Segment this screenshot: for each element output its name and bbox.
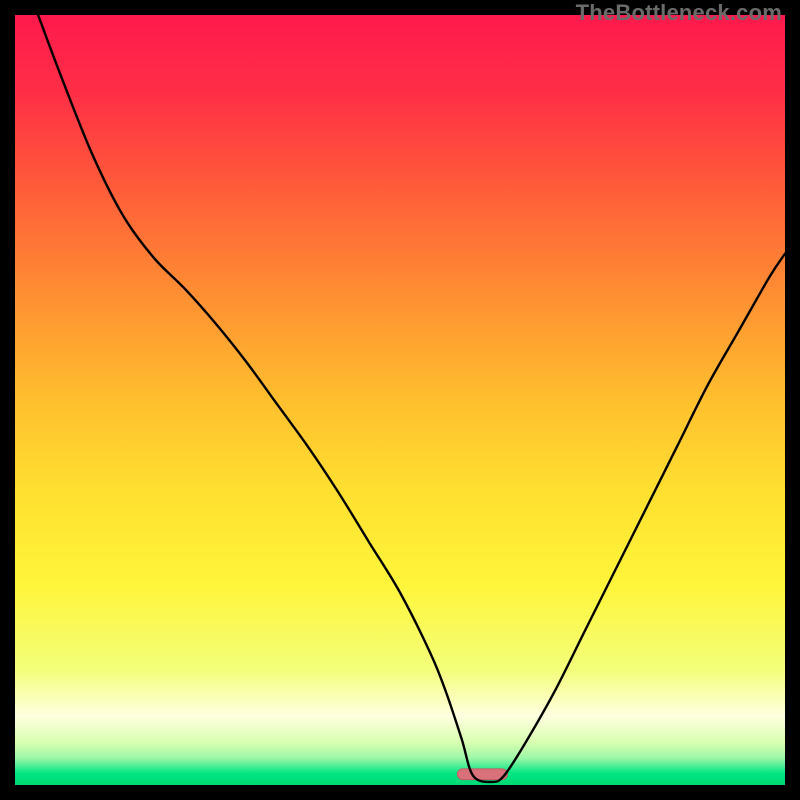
watermark-label: TheBottleneck.com: [576, 0, 782, 26]
plot-area: [15, 15, 785, 785]
optimal-marker: [457, 769, 507, 780]
gradient-background: [15, 15, 785, 785]
bottleneck-chart: [15, 15, 785, 785]
chart-frame: TheBottleneck.com: [0, 0, 800, 800]
